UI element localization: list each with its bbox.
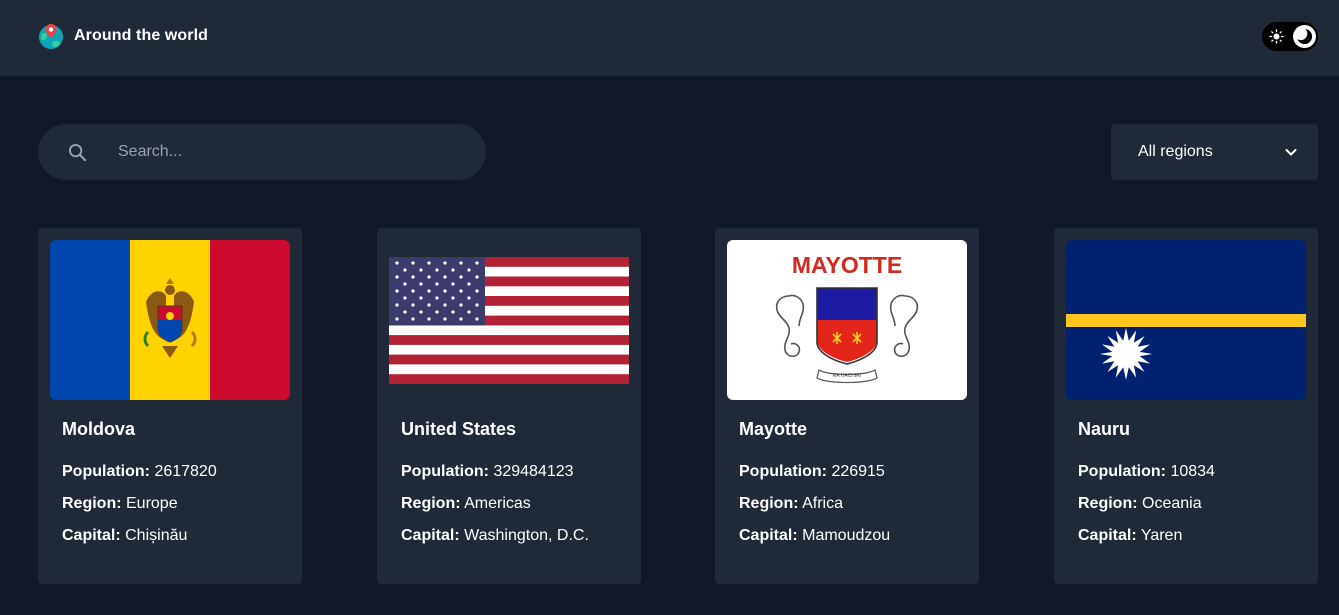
region-line: Region: Oceania xyxy=(1078,495,1202,513)
population-label: Population: xyxy=(62,463,150,480)
population-label: Population: xyxy=(739,463,827,480)
population-value: 329484123 xyxy=(493,463,574,480)
capital-label: Capital: xyxy=(62,527,121,544)
country-name: Nauru xyxy=(1078,419,1131,439)
population-label: Population: xyxy=(401,463,489,480)
capital-value: Washington, D.C. xyxy=(464,527,589,544)
country-card-united-states[interactable]: United States Population: 329484123 Regi… xyxy=(377,228,641,584)
chevron-down-icon xyxy=(1285,149,1297,156)
capital-label: Capital: xyxy=(739,527,798,544)
region-value: Europe xyxy=(126,495,178,512)
sun-icon xyxy=(1269,29,1284,44)
search-icon xyxy=(68,143,87,162)
population-line: Population: 2617820 xyxy=(62,463,217,481)
capital-line: Capital: Yaren xyxy=(1078,527,1182,545)
region-label: Region: xyxy=(739,495,799,512)
region-label: Region: xyxy=(62,495,122,512)
country-name: Moldova xyxy=(62,419,136,439)
population-line: Population: 226915 xyxy=(739,463,885,481)
search-input[interactable] xyxy=(118,124,468,180)
capital-value: Chișinău xyxy=(125,527,188,544)
population-line: Population: 10834 xyxy=(1078,463,1215,481)
capital-line: Capital: Chișinău xyxy=(62,527,187,545)
region-filter-dropdown[interactable]: All regions xyxy=(1111,124,1318,180)
capital-value: Mamoudzou xyxy=(802,527,891,544)
population-value: 2617820 xyxy=(154,463,217,480)
region-line: Region: Africa xyxy=(739,495,843,513)
toggle-knob xyxy=(1293,25,1316,48)
region-label: Region: xyxy=(1078,495,1138,512)
country-name: United States xyxy=(401,419,517,439)
usa-flag xyxy=(389,240,629,400)
country-name: Mayotte xyxy=(739,419,808,439)
country-card-mayotte[interactable]: MAYOTTE RA HACHIRI Mayotte Population: 2… xyxy=(715,228,979,584)
brand[interactable]: Around the world xyxy=(38,22,208,50)
population-line: Population: 329484123 xyxy=(401,463,574,481)
app-title: Around the world xyxy=(74,27,209,44)
top-bar: Around the world xyxy=(0,0,1339,76)
region-line: Region: Americas xyxy=(401,495,531,513)
mayotte-flag-motto: RA HACHIRI xyxy=(833,373,862,379)
nauru-flag xyxy=(1066,240,1306,400)
population-label: Population: xyxy=(1078,463,1166,480)
capital-line: Capital: Mamoudzou xyxy=(739,527,890,545)
population-value: 226915 xyxy=(831,463,885,480)
population-value: 10834 xyxy=(1170,463,1215,480)
region-filter-label: All regions xyxy=(1138,143,1213,160)
region-value: Americas xyxy=(464,495,531,512)
moon-icon xyxy=(1296,28,1313,45)
capital-value: Yaren xyxy=(1140,527,1183,544)
theme-toggle[interactable] xyxy=(1262,22,1318,51)
capital-label: Capital: xyxy=(1078,527,1137,544)
country-card-nauru[interactable]: Nauru Population: 10834 Region: Oceania … xyxy=(1054,228,1318,584)
mayotte-flag-title: MAYOTTE xyxy=(792,252,902,278)
mayotte-flag: MAYOTTE RA HACHIRI xyxy=(727,240,967,400)
region-value: Oceania xyxy=(1142,495,1202,512)
capital-line: Capital: Washington, D.C. xyxy=(401,527,589,545)
country-card-moldova[interactable]: Moldova Population: 2617820 Region: Euro… xyxy=(38,228,302,584)
search-box[interactable] xyxy=(38,124,486,180)
region-value: Africa xyxy=(802,495,844,512)
capital-label: Capital: xyxy=(401,527,460,544)
globe-pin-icon xyxy=(39,24,63,49)
moldova-flag xyxy=(50,240,290,400)
region-label: Region: xyxy=(401,495,461,512)
region-line: Region: Europe xyxy=(62,495,178,513)
